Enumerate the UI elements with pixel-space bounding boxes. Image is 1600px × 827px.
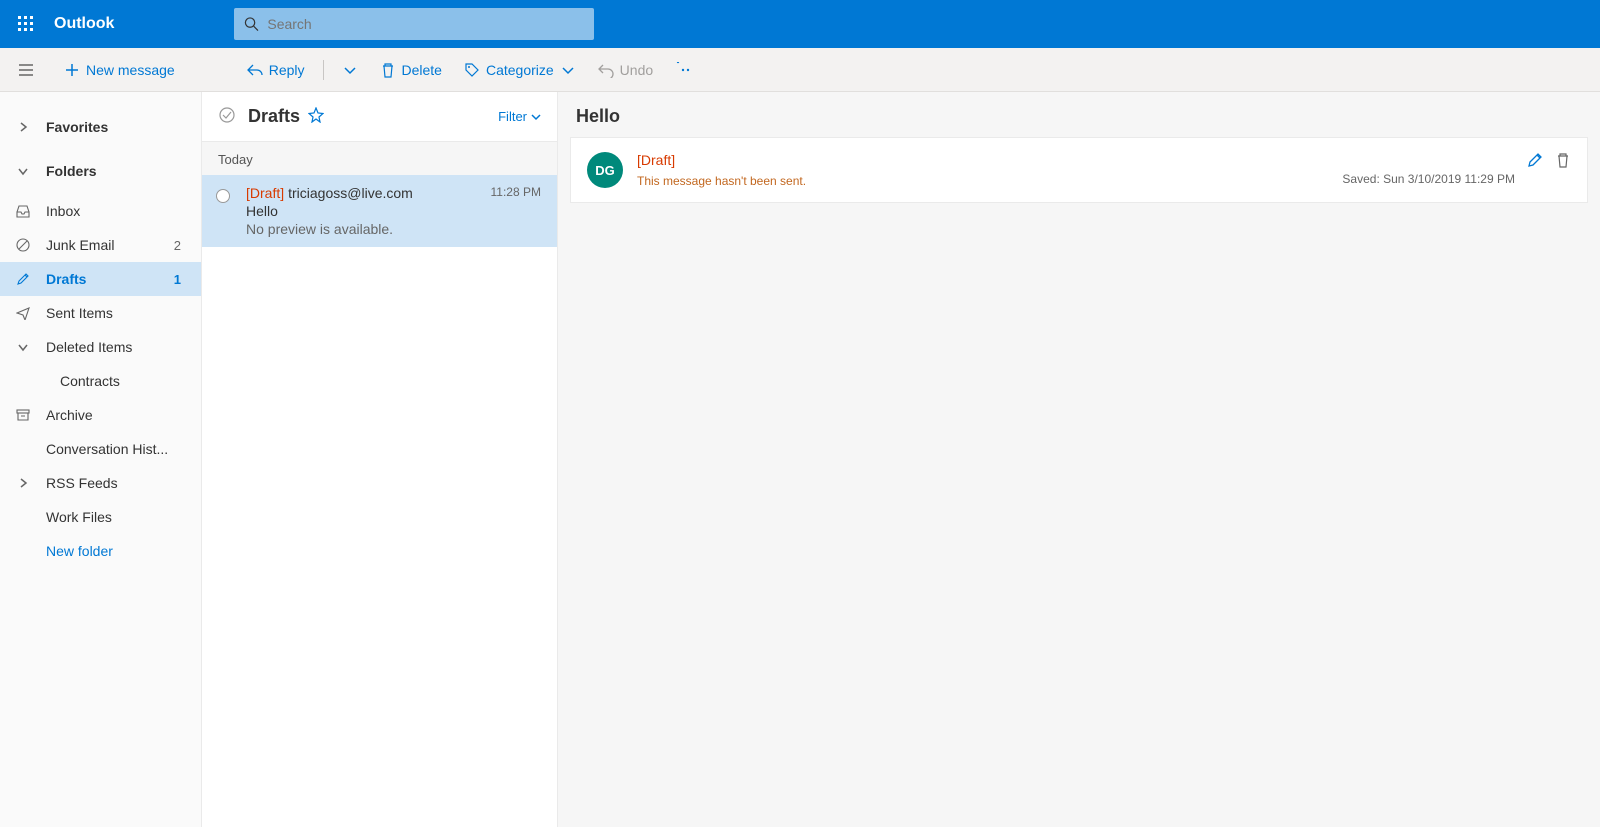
- folder-label: Work Files: [46, 509, 112, 525]
- folder-sent[interactable]: Sent Items: [0, 296, 201, 330]
- favorite-star-button[interactable]: [308, 107, 324, 126]
- categorize-label: Categorize: [486, 62, 554, 78]
- command-bar: New message Reply Delete Categorize Undo: [0, 48, 1600, 92]
- date-group-header: Today: [202, 142, 557, 175]
- search-input[interactable]: [267, 16, 584, 32]
- folders-label: Folders: [46, 163, 97, 179]
- folder-label: Deleted Items: [46, 339, 132, 355]
- send-icon: [14, 306, 32, 320]
- folder-count: 1: [174, 272, 187, 287]
- chevron-down-icon: [14, 341, 32, 353]
- folder-label: Inbox: [46, 203, 80, 219]
- chevron-down-icon: [14, 165, 32, 177]
- reply-icon: [247, 62, 263, 78]
- discard-draft-button[interactable]: [1555, 152, 1571, 171]
- main-area: Favorites Folders Inbox Junk Email 2 Dra…: [0, 92, 1600, 827]
- saved-timestamp: Saved: Sun 3/10/2019 11:29 PM: [1342, 172, 1515, 186]
- search-icon: [244, 16, 259, 32]
- new-message-button[interactable]: New message: [56, 56, 183, 84]
- draft-tag: [Draft]: [246, 185, 284, 201]
- pencil-icon: [14, 272, 32, 286]
- undo-label: Undo: [620, 62, 653, 78]
- filter-label: Filter: [498, 109, 527, 124]
- new-folder-button[interactable]: New folder: [0, 534, 201, 568]
- not-sent-label: This message hasn't been sent.: [637, 174, 1328, 188]
- folder-label: Drafts: [46, 271, 86, 287]
- folder-contracts[interactable]: Contracts: [0, 364, 201, 398]
- chevron-right-icon: [14, 477, 32, 489]
- hamburger-icon: [18, 62, 34, 78]
- plus-icon: [64, 62, 80, 78]
- new-folder-label: New folder: [46, 543, 113, 559]
- new-message-label: New message: [86, 62, 175, 78]
- reading-pane: Hello DG [Draft] This message hasn't bee…: [558, 92, 1600, 827]
- folder-deleted[interactable]: Deleted Items: [0, 330, 201, 364]
- more-icon: [675, 62, 691, 78]
- folder-label: RSS Feeds: [46, 475, 118, 491]
- delete-button[interactable]: Delete: [372, 56, 450, 84]
- folder-label: Archive: [46, 407, 93, 423]
- folder-label: Junk Email: [46, 237, 114, 253]
- undo-icon: [598, 62, 614, 78]
- message-list-pane: Drafts Filter Today [Draft] triciagoss@l…: [202, 92, 558, 827]
- folder-rss[interactable]: RSS Feeds: [0, 466, 201, 500]
- folder-label: Contracts: [60, 373, 120, 389]
- folder-drafts[interactable]: Drafts 1: [0, 262, 201, 296]
- inbox-icon: [14, 204, 32, 218]
- message-header-card: DG [Draft] This message hasn't been sent…: [570, 137, 1588, 203]
- filter-button[interactable]: Filter: [498, 109, 541, 124]
- chevron-down-icon: [342, 62, 358, 78]
- folder-inbox[interactable]: Inbox: [0, 194, 201, 228]
- search-box[interactable]: [234, 8, 594, 40]
- categorize-button[interactable]: Categorize: [456, 56, 584, 84]
- message-list-header: Drafts Filter: [202, 92, 557, 142]
- favorites-label: Favorites: [46, 119, 108, 135]
- avatar: DG: [587, 152, 623, 188]
- blocked-icon: [14, 238, 32, 252]
- folders-section[interactable]: Folders: [0, 154, 201, 188]
- reply-button[interactable]: Reply: [239, 56, 313, 84]
- reply-label: Reply: [269, 62, 305, 78]
- undo-button[interactable]: Undo: [590, 56, 661, 84]
- chevron-down-icon: [560, 62, 576, 78]
- draft-tag: [Draft]: [637, 152, 1328, 168]
- folder-count: 2: [174, 238, 187, 253]
- folder-pane: Favorites Folders Inbox Junk Email 2 Dra…: [0, 92, 202, 827]
- folder-archive[interactable]: Archive: [0, 398, 201, 432]
- message-time: 11:28 PM: [491, 185, 541, 201]
- select-all-checkbox[interactable]: [218, 106, 236, 127]
- folder-label: Sent Items: [46, 305, 113, 321]
- folder-work-files[interactable]: Work Files: [0, 500, 201, 534]
- app-launcher-button[interactable]: [10, 8, 42, 40]
- message-select-checkbox[interactable]: [216, 189, 230, 203]
- divider: [323, 60, 324, 80]
- app-name: Outlook: [54, 15, 114, 33]
- edit-draft-button[interactable]: [1527, 152, 1543, 171]
- chevron-down-icon: [531, 112, 541, 122]
- delete-label: Delete: [402, 62, 442, 78]
- folder-title: Drafts: [248, 106, 300, 127]
- folder-conversation-history[interactable]: Conversation Hist...: [0, 432, 201, 466]
- folder-label: Conversation Hist...: [46, 441, 168, 457]
- folder-junk[interactable]: Junk Email 2: [0, 228, 201, 262]
- message-recipient: triciagoss@live.com: [288, 185, 413, 201]
- message-item[interactable]: [Draft] triciagoss@live.com 11:28 PM Hel…: [202, 175, 557, 247]
- reply-dropdown-button[interactable]: [334, 56, 366, 84]
- waffle-icon: [18, 16, 34, 32]
- favorites-section[interactable]: Favorites: [0, 110, 201, 144]
- title-bar: Outlook: [0, 0, 1600, 48]
- nav-toggle-button[interactable]: [10, 62, 42, 78]
- message-subject: Hello: [246, 203, 541, 219]
- message-preview: No preview is available.: [246, 221, 541, 237]
- chevron-right-icon: [14, 121, 32, 133]
- archive-icon: [14, 408, 32, 422]
- tag-icon: [464, 62, 480, 78]
- trash-icon: [380, 62, 396, 78]
- more-actions-button[interactable]: [667, 56, 699, 84]
- reading-subject: Hello: [558, 92, 1600, 137]
